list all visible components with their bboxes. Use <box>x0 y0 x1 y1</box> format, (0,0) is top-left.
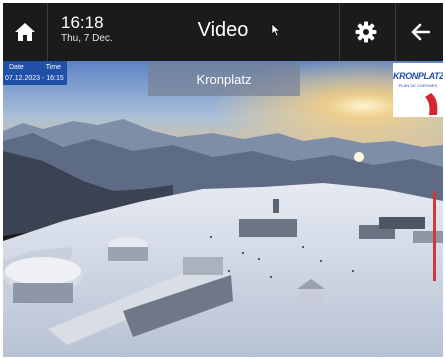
mouse-cursor-icon <box>271 23 281 37</box>
stamp-date-label: Date <box>9 64 24 71</box>
home-button[interactable] <box>3 3 47 61</box>
camera-name-label: Kronplatz <box>148 62 300 96</box>
gear-icon <box>355 21 377 43</box>
arrow-left-icon <box>411 23 430 41</box>
app-frame: 16:18 Thu, 7 Dec. Video Date Time 07.12.… <box>3 3 443 357</box>
divider <box>339 3 340 61</box>
webcam-image <box>3 61 443 357</box>
webcam-viewport[interactable]: Date Time 07.12.2023 - 16:15 Kronplatz K… <box>3 61 443 357</box>
kronplatz-logo: KRONPLATZ PLAN DE CORONES <box>393 63 443 117</box>
top-bar: 16:18 Thu, 7 Dec. Video <box>3 3 443 61</box>
settings-button[interactable] <box>341 3 391 61</box>
timestamp-overlay: Date Time 07.12.2023 - 16:15 <box>3 61 67 85</box>
divider <box>395 3 396 61</box>
page-title: Video <box>197 19 249 41</box>
home-icon <box>15 23 35 41</box>
clock: 16:18 Thu, 7 Dec. <box>61 13 113 46</box>
divider <box>47 3 48 61</box>
logo-mark-icon <box>425 93 438 115</box>
clock-time: 16:18 <box>61 13 104 32</box>
stamp-value: 07.12.2023 - 16:15 <box>5 75 64 82</box>
stamp-time-label: Time <box>45 64 61 71</box>
back-button[interactable] <box>397 3 443 61</box>
clock-date: Thu, 7 Dec. <box>61 33 113 44</box>
